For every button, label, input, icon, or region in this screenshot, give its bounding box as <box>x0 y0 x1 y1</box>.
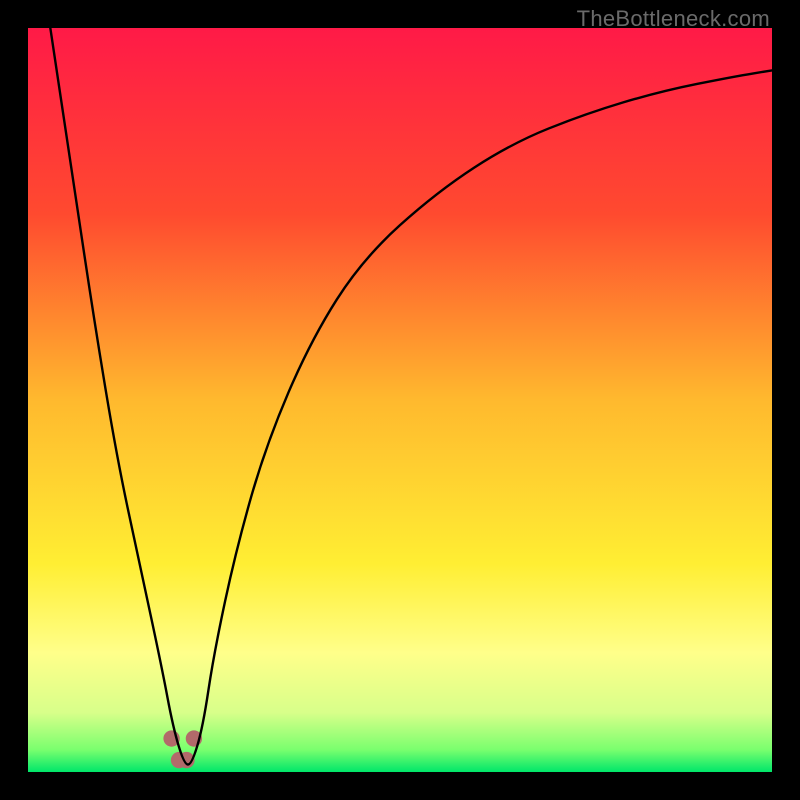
gradient-background <box>28 28 772 772</box>
chart-frame: TheBottleneck.com <box>0 0 800 800</box>
plot-area <box>28 28 772 772</box>
bottleneck-chart <box>28 28 772 772</box>
